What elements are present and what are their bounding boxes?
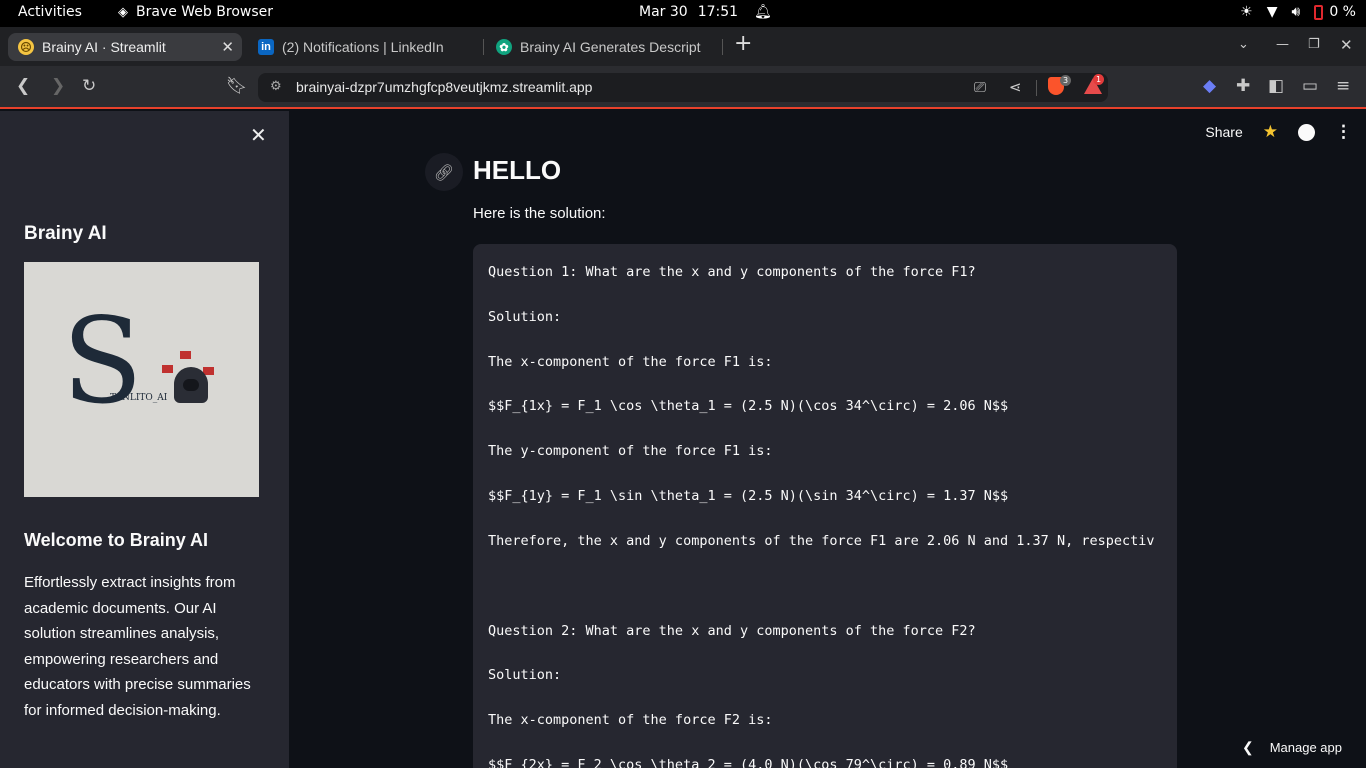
manage-app-label: Manage app bbox=[1269, 740, 1342, 755]
anchor-link-icon[interactable]: 🔗︎ bbox=[425, 153, 463, 191]
browser-toolbar: ❮ ❯ ↻ 🔖︎ ⚙ brainyai-dzpr7umzhgfcp8veutjk… bbox=[0, 66, 1366, 109]
more-options-icon[interactable]: ⋮ bbox=[1335, 122, 1352, 142]
share-icon[interactable]: ⋖ bbox=[1009, 78, 1022, 96]
tab-title: Brainy AI · Streamlit bbox=[42, 39, 166, 55]
manage-app-button[interactable]: ❮ Manage app bbox=[1242, 739, 1342, 756]
extensions-icon[interactable]: ✚ bbox=[1236, 76, 1250, 96]
date: Mar 30 bbox=[639, 4, 688, 20]
close-sidebar-icon[interactable]: ✕ bbox=[250, 123, 267, 147]
github-icon[interactable] bbox=[1298, 123, 1315, 141]
tab-chatgpt[interactable]: ✿ Brainy AI Generates Descript bbox=[486, 33, 716, 61]
cast-icon[interactable]: ⎚ bbox=[974, 78, 986, 96]
tab-title: (2) Notifications | LinkedIn bbox=[282, 39, 444, 55]
volume-icon: 🔊︎ bbox=[1291, 4, 1301, 20]
brand-logo-image: S TANLITO_AI bbox=[24, 262, 259, 497]
tab-search-chevron-icon[interactable]: ⌄ bbox=[1238, 37, 1249, 52]
logo-letter: S bbox=[62, 292, 143, 430]
site-settings-icon[interactable]: ⚙ bbox=[270, 79, 282, 94]
shields-count-badge: 3 bbox=[1060, 75, 1072, 86]
reload-icon[interactable]: ↻ bbox=[82, 76, 96, 96]
streamlit-sidebar: ✕ Brainy AI S TANLITO_AI Welcome to Brai… bbox=[0, 111, 289, 768]
close-window-button[interactable]: ✕ bbox=[1340, 36, 1353, 54]
battery-icon bbox=[1314, 4, 1324, 20]
sidebar-toggle-icon[interactable]: ◧ bbox=[1268, 76, 1284, 96]
solution-code-block: Question 1: What are the x and y compone… bbox=[473, 244, 1177, 768]
hooded-figure-icon bbox=[174, 367, 208, 403]
brave-logo-icon: ◈ bbox=[118, 4, 128, 20]
bookmark-icon[interactable]: 🔖︎ bbox=[226, 76, 248, 96]
logo-box bbox=[162, 365, 173, 373]
system-top-bar: Activities ◈ Brave Web Browser Mar 30 17… bbox=[0, 0, 1366, 27]
app-header-actions: Share ★ ⋮ bbox=[1205, 122, 1352, 142]
brightness-icon: ☀ bbox=[1240, 4, 1253, 20]
chatgpt-icon: ✿ bbox=[496, 39, 512, 55]
welcome-heading: Welcome to Brainy AI bbox=[24, 530, 209, 550]
intro-text: Here is the solution: bbox=[473, 205, 606, 222]
close-tab-icon[interactable]: ✕ bbox=[221, 38, 234, 56]
main-content: Share ★ ⋮ 🔗︎ HELLO Here is the solution:… bbox=[289, 111, 1366, 768]
divider bbox=[1036, 80, 1037, 96]
tab-strip: ☹ Brainy AI · Streamlit ✕ in (2) Notific… bbox=[0, 27, 1366, 66]
star-icon[interactable]: ★ bbox=[1263, 122, 1278, 142]
tab-divider bbox=[483, 39, 484, 55]
address-bar[interactable]: ⚙ brainyai-dzpr7umzhgfcp8veutjkmz.stream… bbox=[258, 73, 1108, 102]
wallet-icon[interactable]: ▭ bbox=[1302, 76, 1318, 96]
system-tray[interactable]: ☀ ▼ 🔊︎ 0 % bbox=[1240, 4, 1356, 20]
activities-button[interactable]: Activities bbox=[18, 4, 82, 20]
sidebar-description: Effortlessly extract insights from acade… bbox=[24, 574, 251, 719]
logo-text: TANLITO_AI bbox=[110, 393, 168, 403]
restore-button[interactable]: ❐ bbox=[1308, 37, 1320, 52]
tab-linkedin[interactable]: in (2) Notifications | LinkedIn bbox=[248, 33, 478, 61]
tab-divider bbox=[722, 39, 723, 55]
tab-title: Brainy AI Generates Descript bbox=[520, 39, 701, 55]
streamlit-emoji-icon: ☹ bbox=[18, 39, 34, 55]
menu-icon[interactable]: ≡ bbox=[1336, 76, 1350, 96]
app-menu[interactable]: ◈ Brave Web Browser bbox=[118, 4, 273, 20]
sidebar-title: Brainy AI bbox=[24, 223, 107, 244]
clock[interactable]: Mar 30 17:51 🔔︎ bbox=[639, 4, 772, 20]
page-heading: HELLO bbox=[473, 155, 562, 185]
share-button[interactable]: Share bbox=[1205, 124, 1242, 140]
solution-text: Question 1: What are the x and y compone… bbox=[488, 264, 1155, 768]
tab-streamlit[interactable]: ☹ Brainy AI · Streamlit ✕ bbox=[8, 33, 242, 61]
vpn-icon[interactable]: ◆ bbox=[1203, 76, 1216, 96]
battery-percent: 0 % bbox=[1329, 4, 1356, 20]
wifi-icon: ▼ bbox=[1266, 4, 1278, 20]
logo-box bbox=[180, 351, 191, 359]
rewards-count-badge: 1 bbox=[1093, 74, 1105, 85]
app-name: Brave Web Browser bbox=[136, 4, 273, 20]
chevron-left-icon: ❮ bbox=[1241, 739, 1254, 755]
minimize-button[interactable]: — bbox=[1276, 37, 1289, 52]
back-icon[interactable]: ❮ bbox=[16, 76, 30, 96]
time: 17:51 bbox=[697, 4, 739, 20]
linkedin-icon: in bbox=[258, 39, 274, 55]
bell-icon: 🔔︎ bbox=[754, 4, 772, 20]
url-text[interactable]: brainyai-dzpr7umzhgfcp8veutjkmz.streamli… bbox=[296, 79, 592, 95]
new-tab-button[interactable]: + bbox=[734, 33, 752, 55]
forward-icon[interactable]: ❯ bbox=[51, 76, 65, 96]
